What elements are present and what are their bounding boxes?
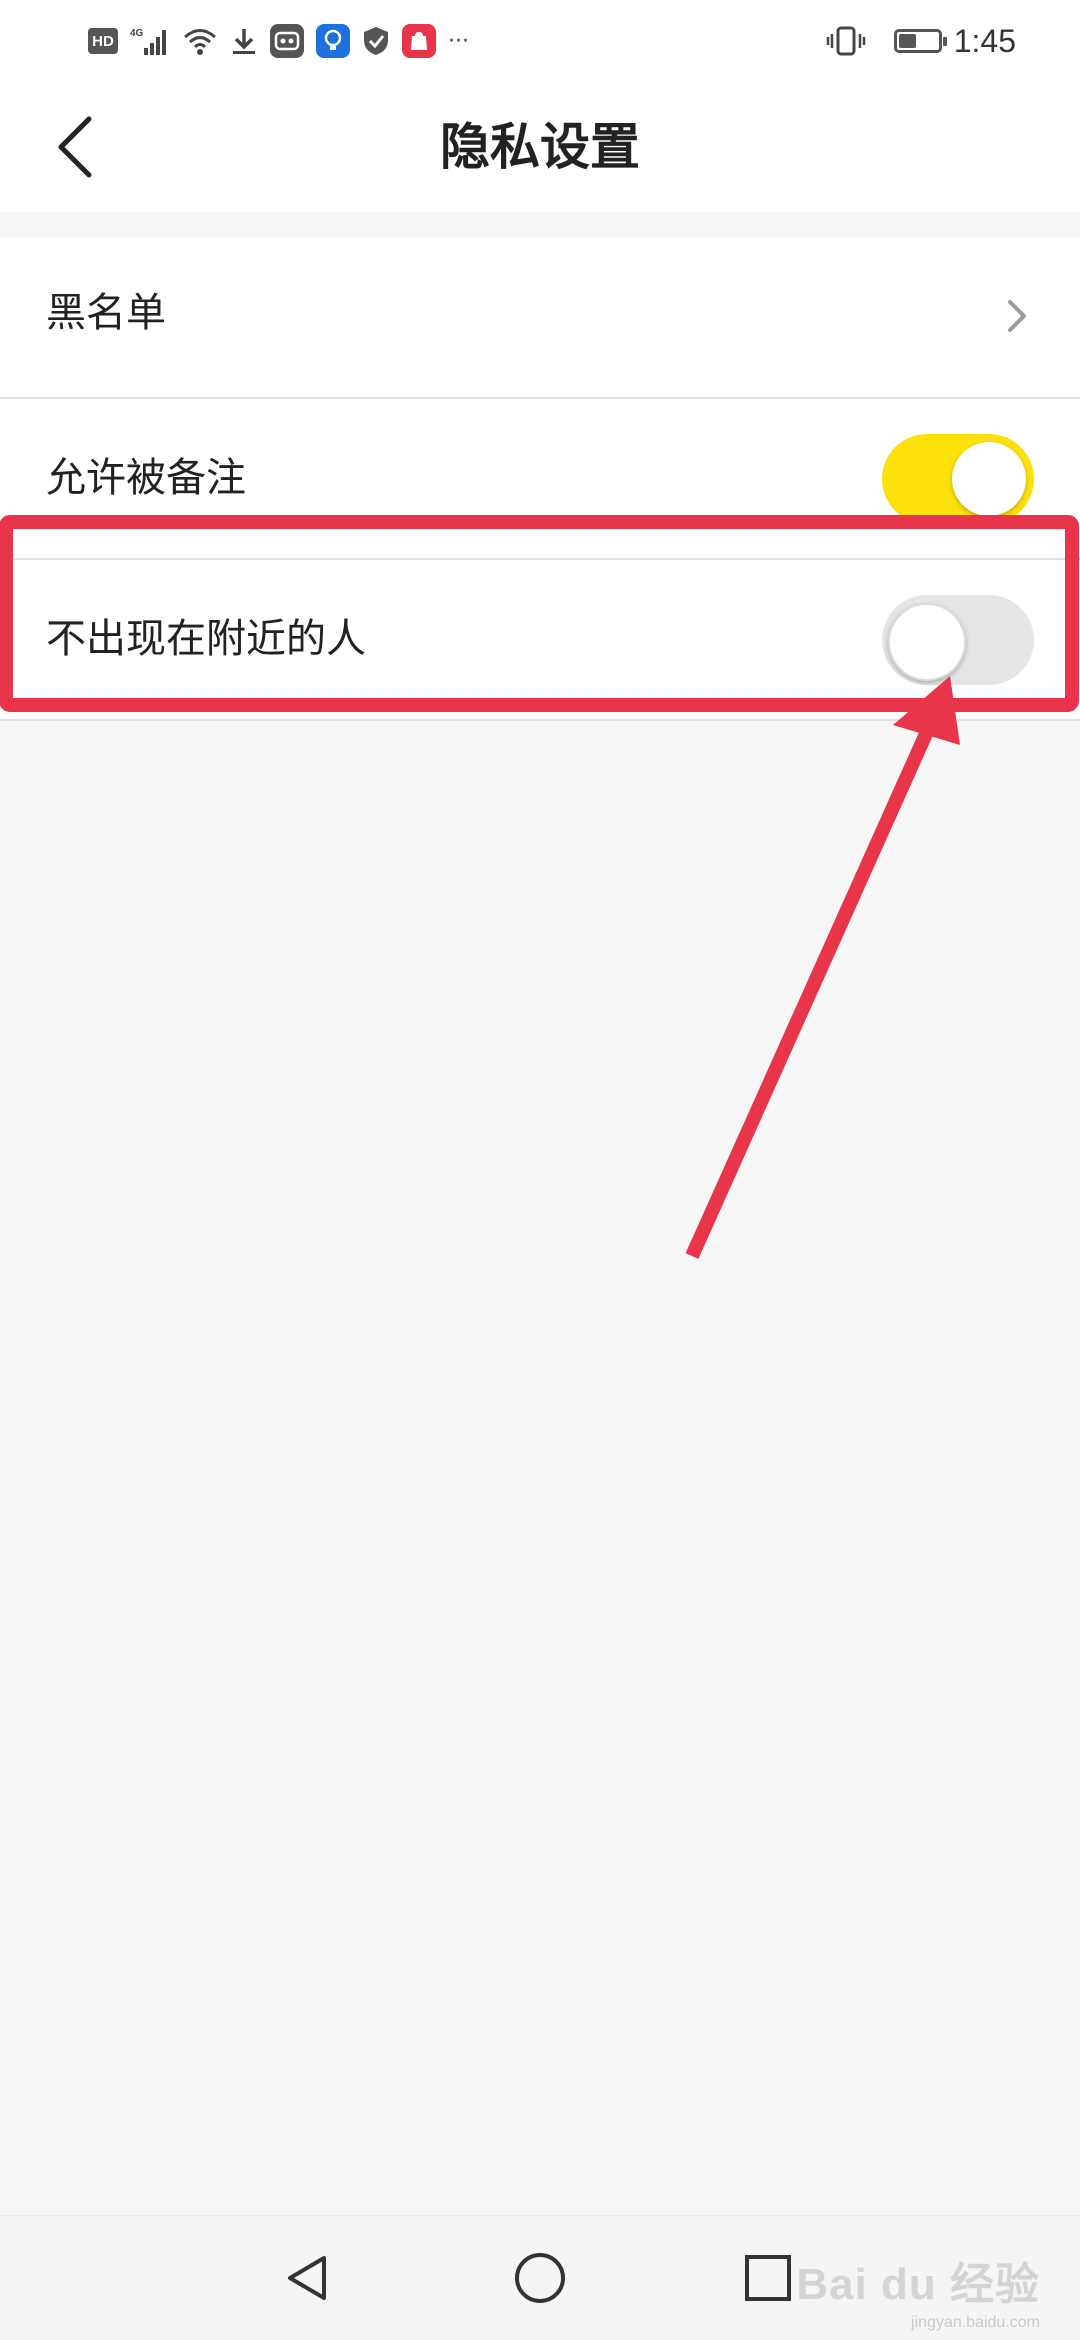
recents-square-icon: [745, 2255, 791, 2301]
more-indicator: ···: [448, 28, 469, 54]
wifi-icon: [182, 26, 218, 56]
baidu-watermark-url: jingyan.baidu.com: [911, 2314, 1040, 2331]
vibrate-icon: [826, 25, 866, 57]
system-nav-bar: Bai du 经验 jingyan.baidu.com: [0, 2215, 1080, 2340]
toggle-knob: [888, 603, 966, 681]
back-triangle-icon: [288, 2256, 326, 2300]
back-button[interactable]: [30, 102, 120, 192]
toggle-knob: [952, 442, 1026, 516]
setting-row-allow-remark: 允许被备注: [0, 399, 1080, 560]
robot-app-icon: [270, 24, 304, 58]
setting-row-blacklist[interactable]: 黑名单: [0, 238, 1080, 399]
status-bar: HD 4G ··· 1:45: [0, 0, 1080, 82]
page-title: 隐私设置: [440, 118, 640, 176]
battery-fill: [898, 34, 916, 48]
svg-text:4G: 4G: [130, 28, 144, 39]
settings-list: 黑名单 允许被备注 不出现在附近的人: [0, 238, 1080, 721]
hd-icon: HD: [88, 28, 118, 54]
huawei-app-icon: [402, 24, 436, 58]
nav-back-button[interactable]: [268, 2238, 348, 2318]
baidu-watermark: Bai du 经验: [796, 2260, 1040, 2309]
battery-icon: [893, 29, 947, 53]
setting-label: 不出现在附近的人: [46, 616, 366, 662]
nav-home-button[interactable]: [500, 2238, 580, 2318]
hide-nearby-toggle[interactable]: [882, 595, 1034, 685]
allow-remark-toggle[interactable]: [882, 434, 1034, 524]
setting-label: 允许被备注: [46, 455, 246, 501]
shield-icon: [362, 25, 390, 57]
status-icons-left: HD 4G ···: [88, 18, 481, 64]
chevron-right-icon: [1008, 300, 1026, 332]
home-circle-icon: [515, 2253, 565, 2303]
app-header: 隐私设置: [0, 82, 1080, 212]
chevron-left-icon: [58, 116, 92, 178]
signal-icon: 4G: [130, 26, 170, 56]
status-icons-right: 1:45: [826, 18, 1016, 64]
annotation-arrow: [685, 713, 941, 1259]
setting-label: 黑名单: [46, 290, 166, 336]
download-icon: [230, 26, 258, 56]
setting-row-hide-nearby: 不出现在附近的人: [0, 560, 1080, 721]
status-time: 1:45: [953, 22, 1016, 59]
bulb-app-icon: [316, 24, 350, 58]
